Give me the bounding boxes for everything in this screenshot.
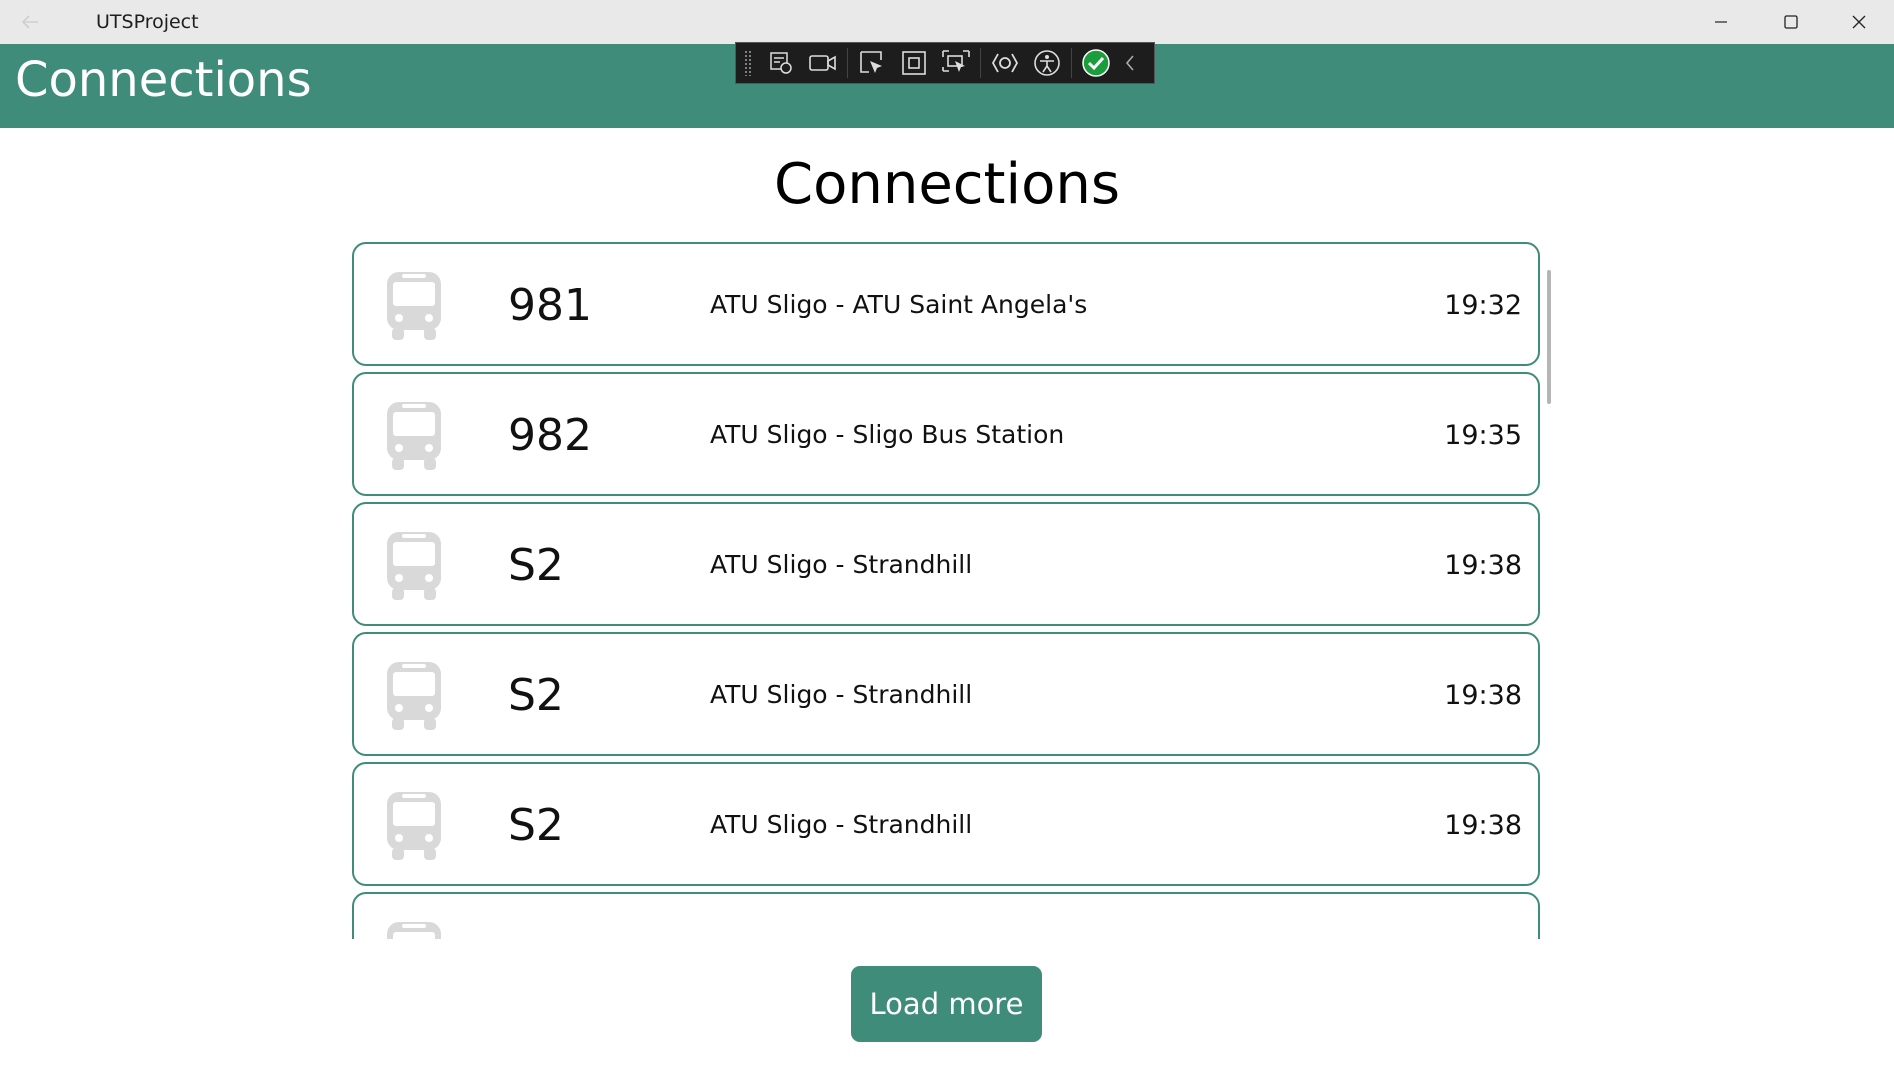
- bus-icon: [384, 790, 444, 862]
- route-number: S2: [508, 670, 564, 721]
- bus-icon: [384, 530, 444, 602]
- connection-card[interactable]: [352, 892, 1540, 939]
- departure-time: 19:32: [1444, 290, 1522, 321]
- load-more-button[interactable]: Load more: [851, 966, 1042, 1042]
- route-name: ATU Sligo - Strandhill: [710, 810, 973, 839]
- route-number: 981: [508, 280, 592, 331]
- debug-toolbar: [735, 42, 1155, 84]
- arrow-left-icon[interactable]: [18, 10, 46, 34]
- route-name: ATU Sligo - Strandhill: [710, 550, 973, 579]
- connection-card[interactable]: S2 ATU Sligo - Strandhill 19:38: [352, 502, 1540, 626]
- select-element-icon[interactable]: [851, 44, 893, 82]
- departure-time: 19:38: [1444, 680, 1522, 711]
- close-button[interactable]: [1824, 0, 1894, 44]
- maximize-button[interactable]: [1756, 0, 1826, 44]
- collapse-chevron-icon[interactable]: [1117, 44, 1143, 82]
- departure-time: 19:38: [1444, 810, 1522, 841]
- route-number: S2: [508, 800, 564, 851]
- departure-time: 19:38: [1444, 550, 1522, 581]
- connection-card[interactable]: S2 ATU Sligo - Strandhill 19:38: [352, 632, 1540, 756]
- scrollbar-thumb[interactable]: [1547, 270, 1551, 404]
- check-icon[interactable]: [1075, 44, 1117, 82]
- bus-icon: [384, 400, 444, 472]
- connection-card[interactable]: 981 ATU Sligo - ATU Saint Angela's 19:32: [352, 242, 1540, 366]
- bus-icon: [384, 920, 444, 939]
- bus-icon: [384, 660, 444, 732]
- accessibility-icon[interactable]: [1026, 44, 1068, 82]
- route-number: 982: [508, 410, 592, 461]
- page-title: Connections: [773, 152, 1121, 217]
- window-title: UTSProject: [96, 11, 199, 33]
- departure-time: 19:35: [1444, 420, 1522, 451]
- connection-card[interactable]: 982 ATU Sligo - Sligo Bus Station 19:35: [352, 372, 1540, 496]
- toolbar-grip[interactable]: [744, 50, 752, 76]
- display-layout-adorners-icon[interactable]: [893, 44, 935, 82]
- track-focus-icon[interactable]: [935, 44, 977, 82]
- minimize-button[interactable]: [1686, 0, 1756, 44]
- hot-reload-icon[interactable]: [984, 44, 1026, 82]
- route-number: S2: [508, 540, 564, 591]
- record-icon[interactable]: [802, 44, 844, 82]
- header-title: Connections: [15, 52, 312, 108]
- route-name: ATU Sligo - Sligo Bus Station: [710, 420, 1065, 449]
- connection-card[interactable]: S2 ATU Sligo - Strandhill 19:38: [352, 762, 1540, 886]
- connections-list[interactable]: 981 ATU Sligo - ATU Saint Angela's 19:32…: [352, 242, 1542, 939]
- bus-icon: [384, 270, 444, 342]
- title-bar: UTSProject: [0, 0, 1894, 44]
- route-name: ATU Sligo - Strandhill: [710, 680, 973, 709]
- close-icon: [1852, 15, 1866, 29]
- route-name: ATU Sligo - ATU Saint Angela's: [710, 290, 1088, 319]
- minimize-icon: [1715, 21, 1727, 23]
- live-visual-tree-icon[interactable]: [760, 44, 802, 82]
- maximize-icon: [1784, 15, 1798, 29]
